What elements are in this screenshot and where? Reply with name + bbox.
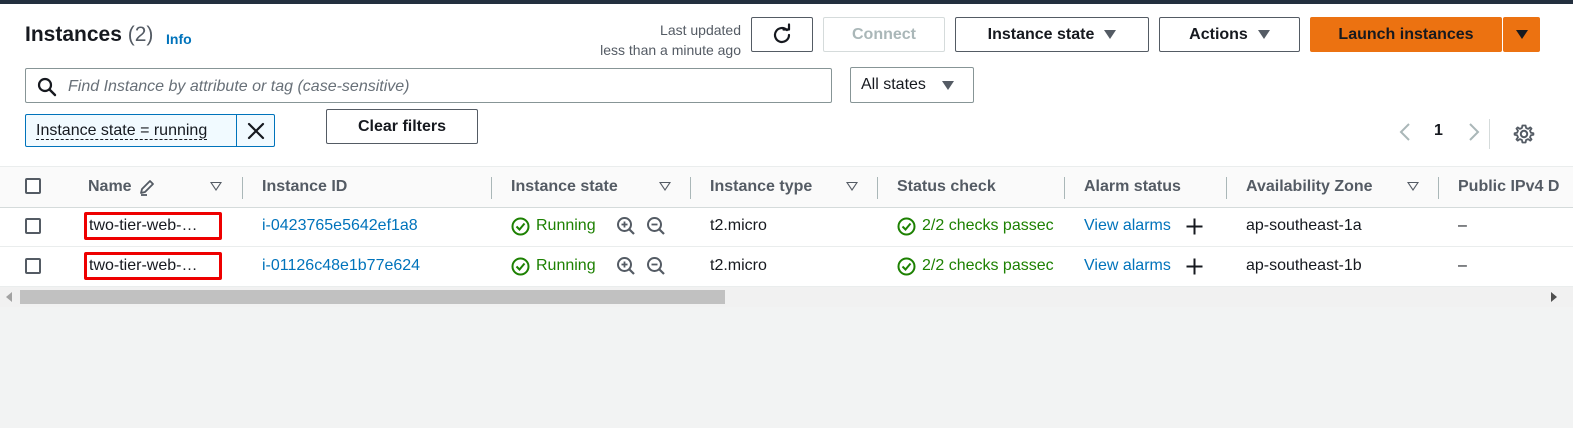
- sort-caret-icon[interactable]: [210, 182, 222, 191]
- status-check-text: 2/2 checks passec: [922, 217, 1054, 234]
- last-updated-label: Last updated: [660, 22, 741, 38]
- sort-caret-icon[interactable]: [1407, 182, 1419, 191]
- table-row[interactable]: two-tier-web-… i-01126c48e1b77e624 Runni…: [0, 246, 1573, 287]
- caret-down-icon: [941, 80, 954, 90]
- availability-zone: ap-southeast-1a: [1246, 217, 1362, 234]
- caret-down-icon: [1515, 30, 1528, 39]
- status-check-cell: 2/2 checks passec: [897, 246, 1063, 286]
- instance-state-text: Running: [536, 257, 596, 274]
- actions-menu-button[interactable]: Actions: [1159, 17, 1300, 52]
- last-updated: Last updated less than a minute ago: [600, 20, 741, 60]
- info-link[interactable]: Info: [166, 31, 192, 47]
- check-circle-icon: [897, 257, 916, 275]
- column-header-instance-state[interactable]: Instance state: [511, 167, 618, 207]
- search-icon: [37, 77, 57, 97]
- instances-panel: Instances (2) Info Last updated less tha…: [0, 4, 1573, 307]
- refresh-icon: [773, 22, 791, 43]
- launch-instances-button[interactable]: Launch instances: [1310, 17, 1502, 52]
- pencil-icon: [139, 180, 154, 196]
- zoom-out-icon[interactable]: [646, 256, 666, 276]
- public-ipv4: –: [1458, 257, 1467, 274]
- column-header-public-ipv4[interactable]: Public IPv4 D: [1458, 167, 1559, 207]
- filter-token-label: Instance state = running: [36, 122, 208, 140]
- plus-icon[interactable]: [1185, 217, 1204, 236]
- connect-button[interactable]: Connect: [823, 17, 945, 52]
- column-header-availability-zone[interactable]: Availability Zone: [1246, 167, 1373, 207]
- scrollbar-thumb[interactable]: [20, 290, 725, 304]
- filter-token: Instance state = running: [25, 114, 275, 147]
- instance-state-menu-button[interactable]: Instance state: [955, 17, 1149, 52]
- selected-state: All states: [861, 76, 926, 93]
- column-separator[interactable]: [1064, 177, 1065, 199]
- instance-state-cell: Running: [511, 206, 596, 246]
- previous-page-icon[interactable]: [1398, 122, 1412, 142]
- plus-icon[interactable]: [1185, 257, 1204, 276]
- zoom-in-icon[interactable]: [616, 256, 636, 276]
- instance-state-cell: Running: [511, 246, 596, 286]
- remove-filter-button[interactable]: [237, 115, 274, 146]
- sort-caret-icon[interactable]: [846, 182, 858, 191]
- instance-type: t2.micro: [710, 257, 767, 274]
- scroll-right-arrow-icon[interactable]: [1551, 292, 1557, 302]
- instance-search-box: [25, 68, 832, 103]
- search-input[interactable]: [66, 73, 820, 100]
- check-circle-icon: [897, 217, 916, 235]
- column-header-instance-id[interactable]: Instance ID: [262, 167, 347, 207]
- select-all-checkbox[interactable]: [25, 178, 41, 194]
- instance-state-menu-label: Instance state: [987, 25, 1095, 43]
- table-row[interactable]: two-tier-web-… i-0423765e5642ef1a8 Runni…: [0, 206, 1573, 247]
- launch-options-dropdown-button[interactable]: [1503, 17, 1540, 52]
- horizontal-scrollbar[interactable]: [0, 287, 1573, 307]
- current-page[interactable]: 1: [1434, 122, 1443, 140]
- pagination-divider: [1489, 119, 1490, 149]
- zoom-in-icon[interactable]: [616, 216, 636, 236]
- page-title: Instances (2): [25, 23, 153, 47]
- column-separator[interactable]: [690, 177, 691, 199]
- column-header-name[interactable]: Name: [88, 167, 156, 207]
- last-updated-time: less than a minute ago: [600, 42, 741, 58]
- view-alarms-link[interactable]: View alarms: [1084, 206, 1171, 246]
- instance-type: t2.micro: [710, 217, 767, 234]
- row-checkbox[interactable]: [25, 218, 41, 234]
- sort-caret-icon[interactable]: [659, 182, 671, 191]
- column-header-alarm-status[interactable]: Alarm status: [1084, 167, 1181, 207]
- instance-state-filter-select[interactable]: All states: [850, 67, 974, 103]
- public-ipv4: –: [1458, 217, 1467, 234]
- clear-filters-button[interactable]: Clear filters: [326, 109, 478, 144]
- status-check-text: 2/2 checks passec: [922, 257, 1054, 274]
- instance-state-text: Running: [536, 217, 596, 234]
- page-title-text: Instances: [25, 23, 122, 46]
- actions-label: Actions: [1189, 25, 1248, 43]
- instance-count: (2): [127, 23, 154, 46]
- column-separator[interactable]: [1438, 177, 1439, 199]
- column-separator[interactable]: [242, 177, 243, 199]
- instance-id-link[interactable]: i-0423765e5642ef1a8: [262, 206, 418, 246]
- caret-down-icon: [1257, 30, 1270, 39]
- instance-name[interactable]: two-tier-web-…: [84, 212, 222, 240]
- status-check-cell: 2/2 checks passec: [897, 206, 1063, 246]
- refresh-button[interactable]: [751, 17, 813, 52]
- table-header-row: Name Instance ID Instance state Instance…: [0, 166, 1573, 208]
- column-separator[interactable]: [491, 177, 492, 199]
- column-header-instance-type[interactable]: Instance type: [710, 167, 812, 207]
- column-separator[interactable]: [1226, 177, 1227, 199]
- caret-down-icon: [1104, 30, 1117, 39]
- close-icon: [247, 122, 264, 139]
- scroll-left-arrow-icon[interactable]: [6, 292, 12, 302]
- availability-zone: ap-southeast-1b: [1246, 257, 1362, 274]
- view-alarms-link[interactable]: View alarms: [1084, 246, 1171, 286]
- filter-token-label-area[interactable]: Instance state = running: [26, 115, 238, 146]
- zoom-out-icon[interactable]: [646, 216, 666, 236]
- column-separator[interactable]: [877, 177, 878, 199]
- column-header-name-label: Name: [88, 178, 132, 195]
- check-circle-icon: [511, 217, 530, 235]
- instance-name[interactable]: two-tier-web-…: [84, 252, 222, 280]
- check-circle-icon: [511, 257, 530, 275]
- gear-icon[interactable]: [1513, 123, 1535, 145]
- next-page-icon[interactable]: [1467, 122, 1481, 142]
- instance-id-link[interactable]: i-01126c48e1b77e624: [262, 246, 420, 286]
- row-checkbox[interactable]: [25, 258, 41, 274]
- column-header-status-check[interactable]: Status check: [897, 167, 996, 207]
